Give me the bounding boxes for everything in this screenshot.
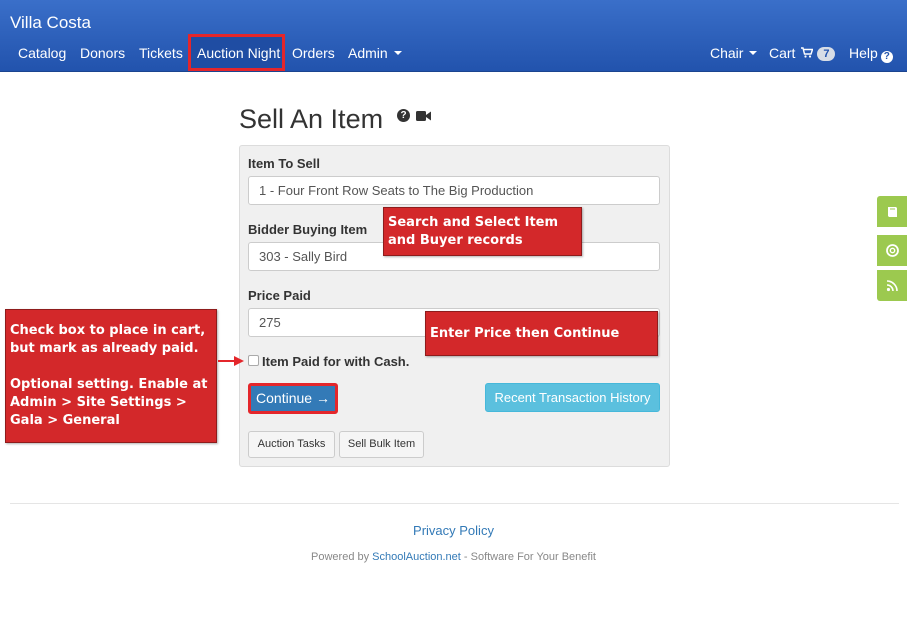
nav-help[interactable]: Help? [849, 45, 893, 63]
question-circle-icon[interactable]: ? [397, 109, 410, 122]
side-widget-support[interactable] [877, 235, 907, 266]
privacy-policy-text[interactable]: Privacy Policy [413, 523, 494, 538]
paid-with-cash-checkbox[interactable] [248, 355, 259, 366]
cart-icon [801, 47, 814, 58]
nav-help-label: Help [849, 45, 878, 61]
page-title: Sell An Item [239, 104, 384, 134]
brand-title[interactable]: Villa Costa [10, 13, 91, 33]
footer-divider [10, 503, 899, 504]
item-to-sell-input[interactable]: 1 - Four Front Row Seats to The Big Prod… [248, 176, 660, 205]
lifebuoy-icon [886, 244, 899, 257]
checkbox-callout: Check box to place in cart, but mark as … [5, 309, 217, 443]
price-callout: Enter Price then Continue [425, 311, 658, 356]
top-navbar: Villa Costa Catalog Donors Tickets Aucti… [0, 0, 907, 72]
chevron-down-icon [393, 51, 402, 55]
nav-donors[interactable]: Donors [80, 45, 125, 61]
arrow-right-icon [234, 356, 244, 366]
book-icon [888, 207, 897, 217]
recent-transaction-history-button[interactable]: Recent Transaction History [485, 383, 660, 412]
schoolauction-link[interactable]: SchoolAuction.net [372, 551, 461, 563]
search-callout: Search and Select Item and Buyer records [383, 207, 582, 256]
nav-tickets[interactable]: Tickets [139, 45, 183, 61]
nav-cart-label: Cart [769, 45, 796, 61]
auction-tasks-button[interactable]: Auction Tasks [248, 431, 335, 458]
powered-suffix: - Software For Your Benefit [460, 551, 596, 563]
side-widget-rss[interactable] [877, 270, 907, 301]
nav-orders[interactable]: Orders [292, 45, 335, 61]
nav-chair[interactable]: Chair [710, 45, 758, 61]
paid-with-cash-label[interactable]: Item Paid for with Cash. [262, 354, 409, 369]
privacy-policy-link[interactable]: Privacy Policy [0, 523, 907, 538]
item-to-sell-label: Item To Sell [248, 156, 320, 171]
nav-admin-label: Admin [348, 45, 388, 61]
continue-button[interactable]: Continue → [248, 383, 338, 414]
cart-count-badge: 7 [817, 47, 836, 61]
bidder-label: Bidder Buying Item [248, 222, 368, 237]
question-circle-icon: ? [880, 50, 893, 63]
nav-catalog[interactable]: Catalog [18, 45, 66, 61]
rss-icon [886, 280, 898, 292]
nav-cart[interactable]: Cart 7 [769, 45, 836, 61]
nav-auction-night[interactable]: Auction Night [197, 45, 280, 61]
powered-prefix: Powered by [311, 551, 373, 563]
nav-chair-label: Chair [710, 45, 744, 61]
side-widget-book[interactable] [877, 196, 907, 227]
nav-admin[interactable]: Admin [348, 45, 402, 61]
sell-bulk-item-button[interactable]: Sell Bulk Item [339, 431, 424, 458]
price-paid-label: Price Paid [248, 288, 311, 303]
powered-by-text: Powered by SchoolAuction.net - Software … [0, 551, 907, 563]
video-camera-icon[interactable] [416, 110, 432, 122]
chevron-down-icon [749, 51, 758, 55]
